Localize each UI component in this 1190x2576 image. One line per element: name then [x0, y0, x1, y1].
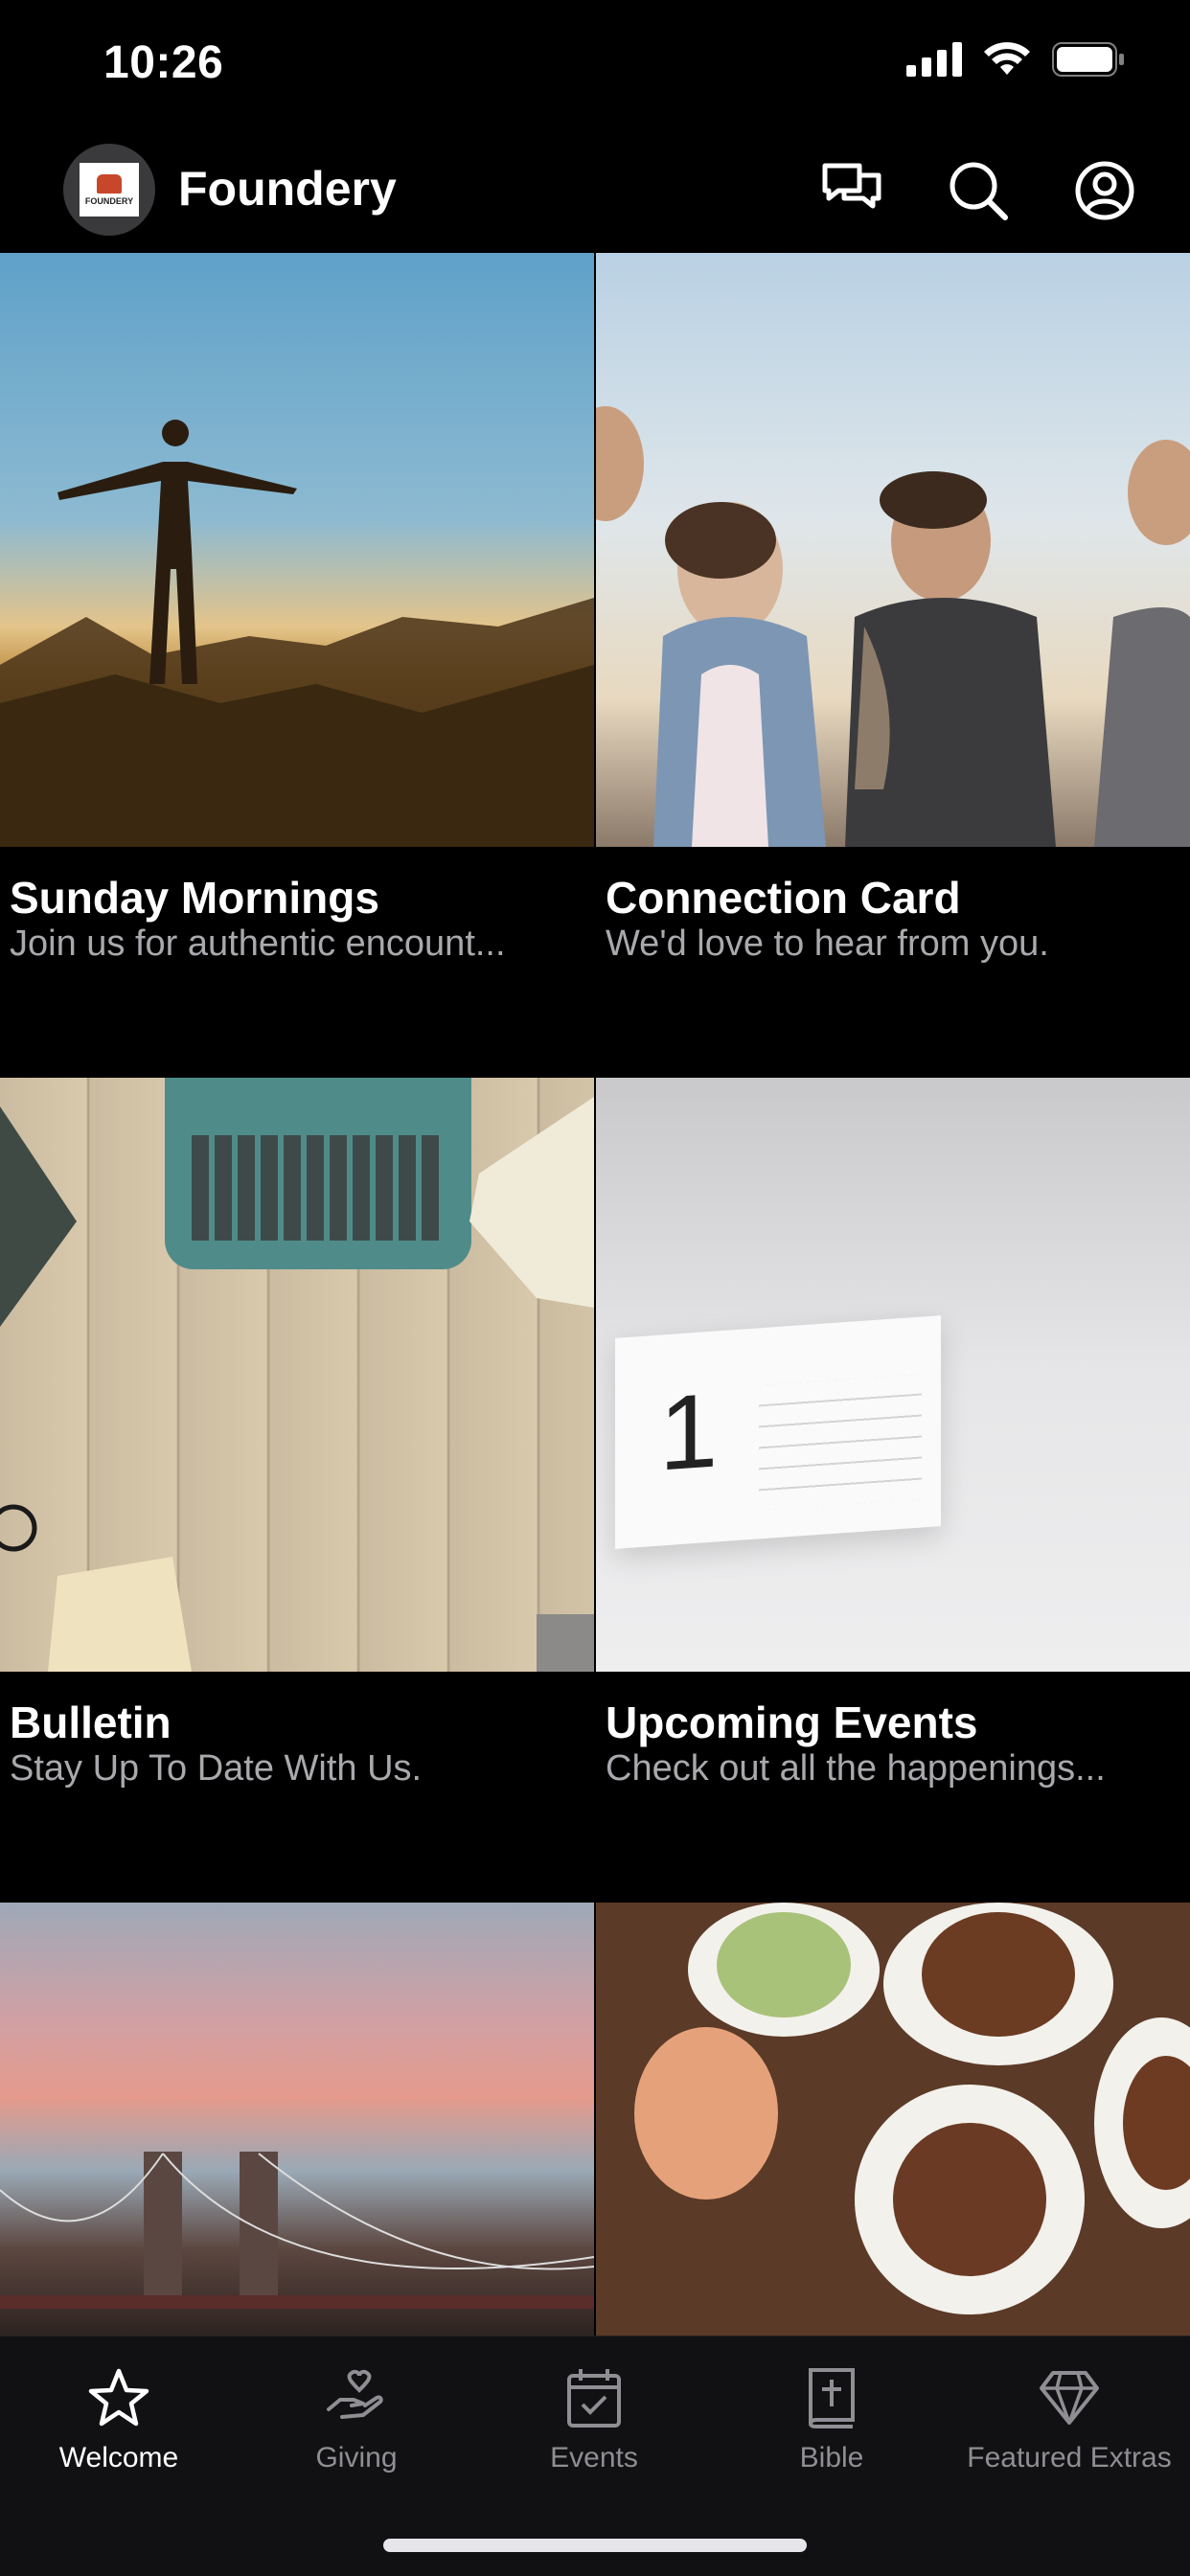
- tile-subtitle: Stay Up To Date With Us.: [10, 1748, 423, 1789]
- tile-image-calendar: 1: [596, 1078, 1190, 1672]
- logo-text: FOUNDERY: [84, 195, 134, 206]
- tab-label: Featured Extras: [967, 2442, 1172, 2473]
- status-bar: 10:26: [0, 0, 1190, 134]
- plate: [688, 1903, 880, 2037]
- plate: [1094, 2017, 1190, 2228]
- tab-bible[interactable]: Bible: [717, 2359, 947, 2474]
- calendar-day: 1: [659, 1371, 719, 1493]
- cellular-signal-icon: [906, 42, 962, 77]
- tile-image-typewriter: [0, 1078, 594, 1672]
- tile-title: Sunday Mornings: [10, 873, 379, 923]
- tile-connection-card[interactable]: Connection Card We'd love to hear from y…: [596, 253, 1190, 964]
- bread-basket: [634, 2027, 778, 2200]
- tab-label: Bible: [799, 2442, 864, 2473]
- plate: [883, 1903, 1113, 2065]
- person-silhouette: [0, 420, 594, 847]
- tab-label: Welcome: [58, 2442, 179, 2473]
- search-button[interactable]: [947, 159, 1010, 222]
- home-indicator[interactable]: [383, 2539, 807, 2552]
- tab-events[interactable]: Events: [479, 2359, 709, 2474]
- profile-button[interactable]: [1073, 159, 1136, 222]
- header-actions: [820, 159, 1136, 222]
- tile-subtitle: Join us for authentic encount...: [10, 923, 506, 964]
- giving-hand-icon: [327, 2369, 383, 2419]
- desk-items: [0, 1097, 594, 1672]
- calendar-grid: [759, 1374, 922, 1511]
- tab-featured-extras[interactable]: Featured Extras: [954, 2359, 1184, 2474]
- tile-title: Connection Card: [606, 873, 961, 923]
- tile-subtitle: Check out all the happenings...: [606, 1748, 1106, 1789]
- tile-upcoming-events[interactable]: 1 Upcoming Events Check out all the happ…: [596, 1078, 1190, 1789]
- status-icons: [906, 42, 1125, 77]
- status-time: 10:26: [103, 37, 224, 88]
- search-icon: [950, 162, 1008, 220]
- tab-giving[interactable]: Giving: [241, 2359, 471, 2474]
- tile-image-friends: [596, 253, 1190, 847]
- messages-icon: [822, 163, 881, 209]
- tab-label: Events: [550, 2442, 638, 2473]
- battery-icon: [1052, 42, 1124, 77]
- app-title: Foundery: [178, 162, 397, 216]
- tile-title: Upcoming Events: [606, 1698, 978, 1747]
- logo-mark: [97, 173, 122, 194]
- friends-illustration: [596, 406, 1190, 847]
- tile-title: Bulletin: [10, 1698, 172, 1747]
- bible-icon: [809, 2368, 855, 2428]
- tab-welcome[interactable]: Welcome: [4, 2359, 234, 2474]
- app-header: FOUNDERY Foundery: [0, 134, 1190, 253]
- wifi-icon: [984, 42, 1030, 75]
- bridge-cables: [0, 2153, 594, 2270]
- tab-label: Giving: [315, 2442, 398, 2473]
- tile-image-sunrise: [0, 253, 594, 847]
- calendar-check-icon: [567, 2369, 621, 2428]
- tile-subtitle: We'd love to hear from you.: [606, 923, 1049, 964]
- desk-calendar: 1: [615, 1315, 941, 1549]
- star-icon: [88, 2368, 149, 2427]
- tile-sunday-mornings[interactable]: Sunday Mornings Join us for authentic en…: [0, 253, 594, 964]
- messages-button[interactable]: [820, 159, 883, 222]
- diamond-icon: [1040, 2371, 1099, 2425]
- tile-bridge[interactable]: [0, 1903, 594, 2336]
- tile-image-bridge: [0, 1903, 594, 2336]
- plate: [855, 2085, 1085, 2314]
- profile-icon: [1075, 161, 1134, 220]
- tile-food[interactable]: [596, 1903, 1190, 2336]
- tile-bulletin[interactable]: Bulletin Stay Up To Date With Us.: [0, 1078, 594, 1789]
- church-logo[interactable]: FOUNDERY: [63, 144, 155, 236]
- tile-image-food: [596, 1903, 1190, 2336]
- logo-image: FOUNDERY: [80, 163, 139, 217]
